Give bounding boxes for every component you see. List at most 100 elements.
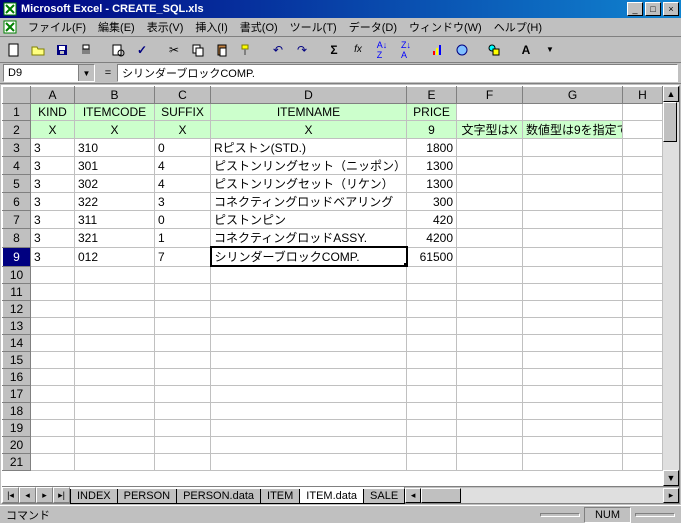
menu-item[interactable]: 書式(O): [234, 20, 284, 36]
cut-button[interactable]: ✂: [163, 39, 185, 61]
cell[interactable]: 4200: [407, 229, 457, 248]
cell[interactable]: [155, 300, 211, 317]
cell[interactable]: [523, 402, 623, 419]
cell[interactable]: [623, 104, 663, 121]
cell[interactable]: [75, 402, 155, 419]
cell[interactable]: 3: [31, 229, 75, 248]
cell[interactable]: [31, 266, 75, 283]
column-header[interactable]: B: [75, 87, 155, 104]
scroll-down-button[interactable]: ▼: [663, 470, 679, 486]
cell[interactable]: [75, 385, 155, 402]
vscroll-track[interactable]: [663, 102, 679, 470]
cell[interactable]: [457, 385, 523, 402]
cell[interactable]: 3: [31, 139, 75, 157]
cell[interactable]: [31, 351, 75, 368]
cell[interactable]: [407, 266, 457, 283]
sheet-tab[interactable]: ITEM.data: [299, 489, 364, 504]
cell[interactable]: X: [31, 121, 75, 139]
cell[interactable]: [457, 104, 523, 121]
cell[interactable]: シリンダーブロックCOMP.: [211, 247, 407, 266]
cell[interactable]: [211, 300, 407, 317]
cell[interactable]: 1300: [407, 175, 457, 193]
cell[interactable]: [523, 104, 623, 121]
cell[interactable]: ITEMCODE: [75, 104, 155, 121]
sort-asc-button[interactable]: A↓Z: [371, 39, 393, 61]
cell[interactable]: [623, 300, 663, 317]
cell[interactable]: 311: [75, 211, 155, 229]
cell[interactable]: 302: [75, 175, 155, 193]
cell[interactable]: [407, 351, 457, 368]
cell[interactable]: [75, 266, 155, 283]
cell[interactable]: [523, 266, 623, 283]
cell[interactable]: [523, 211, 623, 229]
cell[interactable]: [407, 300, 457, 317]
map-button[interactable]: [451, 39, 473, 61]
scroll-right-button[interactable]: ▸: [663, 488, 679, 503]
row-header[interactable]: 12: [3, 300, 31, 317]
cell[interactable]: 322: [75, 193, 155, 211]
cell[interactable]: [211, 266, 407, 283]
cell[interactable]: [155, 453, 211, 470]
cell[interactable]: [75, 334, 155, 351]
cell[interactable]: 9: [407, 121, 457, 139]
cell[interactable]: ITEMNAME: [211, 104, 407, 121]
cell[interactable]: [211, 334, 407, 351]
sheet-tab[interactable]: PERSON.data: [176, 489, 261, 504]
cell[interactable]: [523, 247, 623, 266]
row-header[interactable]: 2: [3, 121, 31, 139]
cell[interactable]: [31, 368, 75, 385]
cell[interactable]: [623, 157, 663, 175]
spellcheck-button[interactable]: ✓: [131, 39, 153, 61]
cell[interactable]: 0: [155, 139, 211, 157]
cell[interactable]: [523, 334, 623, 351]
cell[interactable]: [75, 283, 155, 300]
cell[interactable]: 012: [75, 247, 155, 266]
cell[interactable]: [623, 351, 663, 368]
cell[interactable]: X: [211, 121, 407, 139]
cell[interactable]: [155, 334, 211, 351]
sheet-tab[interactable]: SALE: [363, 489, 405, 504]
sheet-tab[interactable]: PERSON: [117, 489, 177, 504]
cell[interactable]: 4: [155, 175, 211, 193]
cell[interactable]: [31, 436, 75, 453]
column-header[interactable]: G: [523, 87, 623, 104]
column-header[interactable]: E: [407, 87, 457, 104]
cell[interactable]: [155, 266, 211, 283]
cell[interactable]: [623, 229, 663, 248]
select-all-button[interactable]: [3, 87, 31, 104]
cell[interactable]: [523, 368, 623, 385]
cell[interactable]: ピストンリングセット（リケン）: [211, 175, 407, 193]
cell[interactable]: ピストンリングセット（ニッポン）: [211, 157, 407, 175]
cell[interactable]: [31, 300, 75, 317]
cell[interactable]: [457, 247, 523, 266]
cell[interactable]: [155, 368, 211, 385]
cell[interactable]: [31, 283, 75, 300]
horizontal-scrollbar[interactable]: ◂ ▸: [404, 487, 679, 503]
cell[interactable]: [211, 419, 407, 436]
paste-button[interactable]: [211, 39, 233, 61]
row-header[interactable]: 16: [3, 368, 31, 385]
cell[interactable]: [407, 368, 457, 385]
hscroll-track[interactable]: [421, 488, 663, 503]
cell[interactable]: 3: [31, 193, 75, 211]
cell[interactable]: [407, 436, 457, 453]
cell[interactable]: 4: [155, 157, 211, 175]
cell[interactable]: [623, 334, 663, 351]
cell[interactable]: [623, 402, 663, 419]
row-header[interactable]: 9: [3, 247, 31, 266]
cell[interactable]: [623, 385, 663, 402]
cell[interactable]: [457, 266, 523, 283]
column-header[interactable]: D: [211, 87, 407, 104]
row-header[interactable]: 20: [3, 436, 31, 453]
cell[interactable]: [407, 334, 457, 351]
cell[interactable]: [155, 436, 211, 453]
tab-nav-last-button[interactable]: ▸|: [53, 487, 70, 503]
cell[interactable]: [457, 368, 523, 385]
cell[interactable]: [523, 229, 623, 248]
cell[interactable]: [523, 175, 623, 193]
column-header[interactable]: C: [155, 87, 211, 104]
cell[interactable]: [457, 139, 523, 157]
tab-nav-prev-button[interactable]: ◂: [19, 487, 36, 503]
function-button[interactable]: fx: [347, 39, 369, 61]
cell[interactable]: [623, 283, 663, 300]
